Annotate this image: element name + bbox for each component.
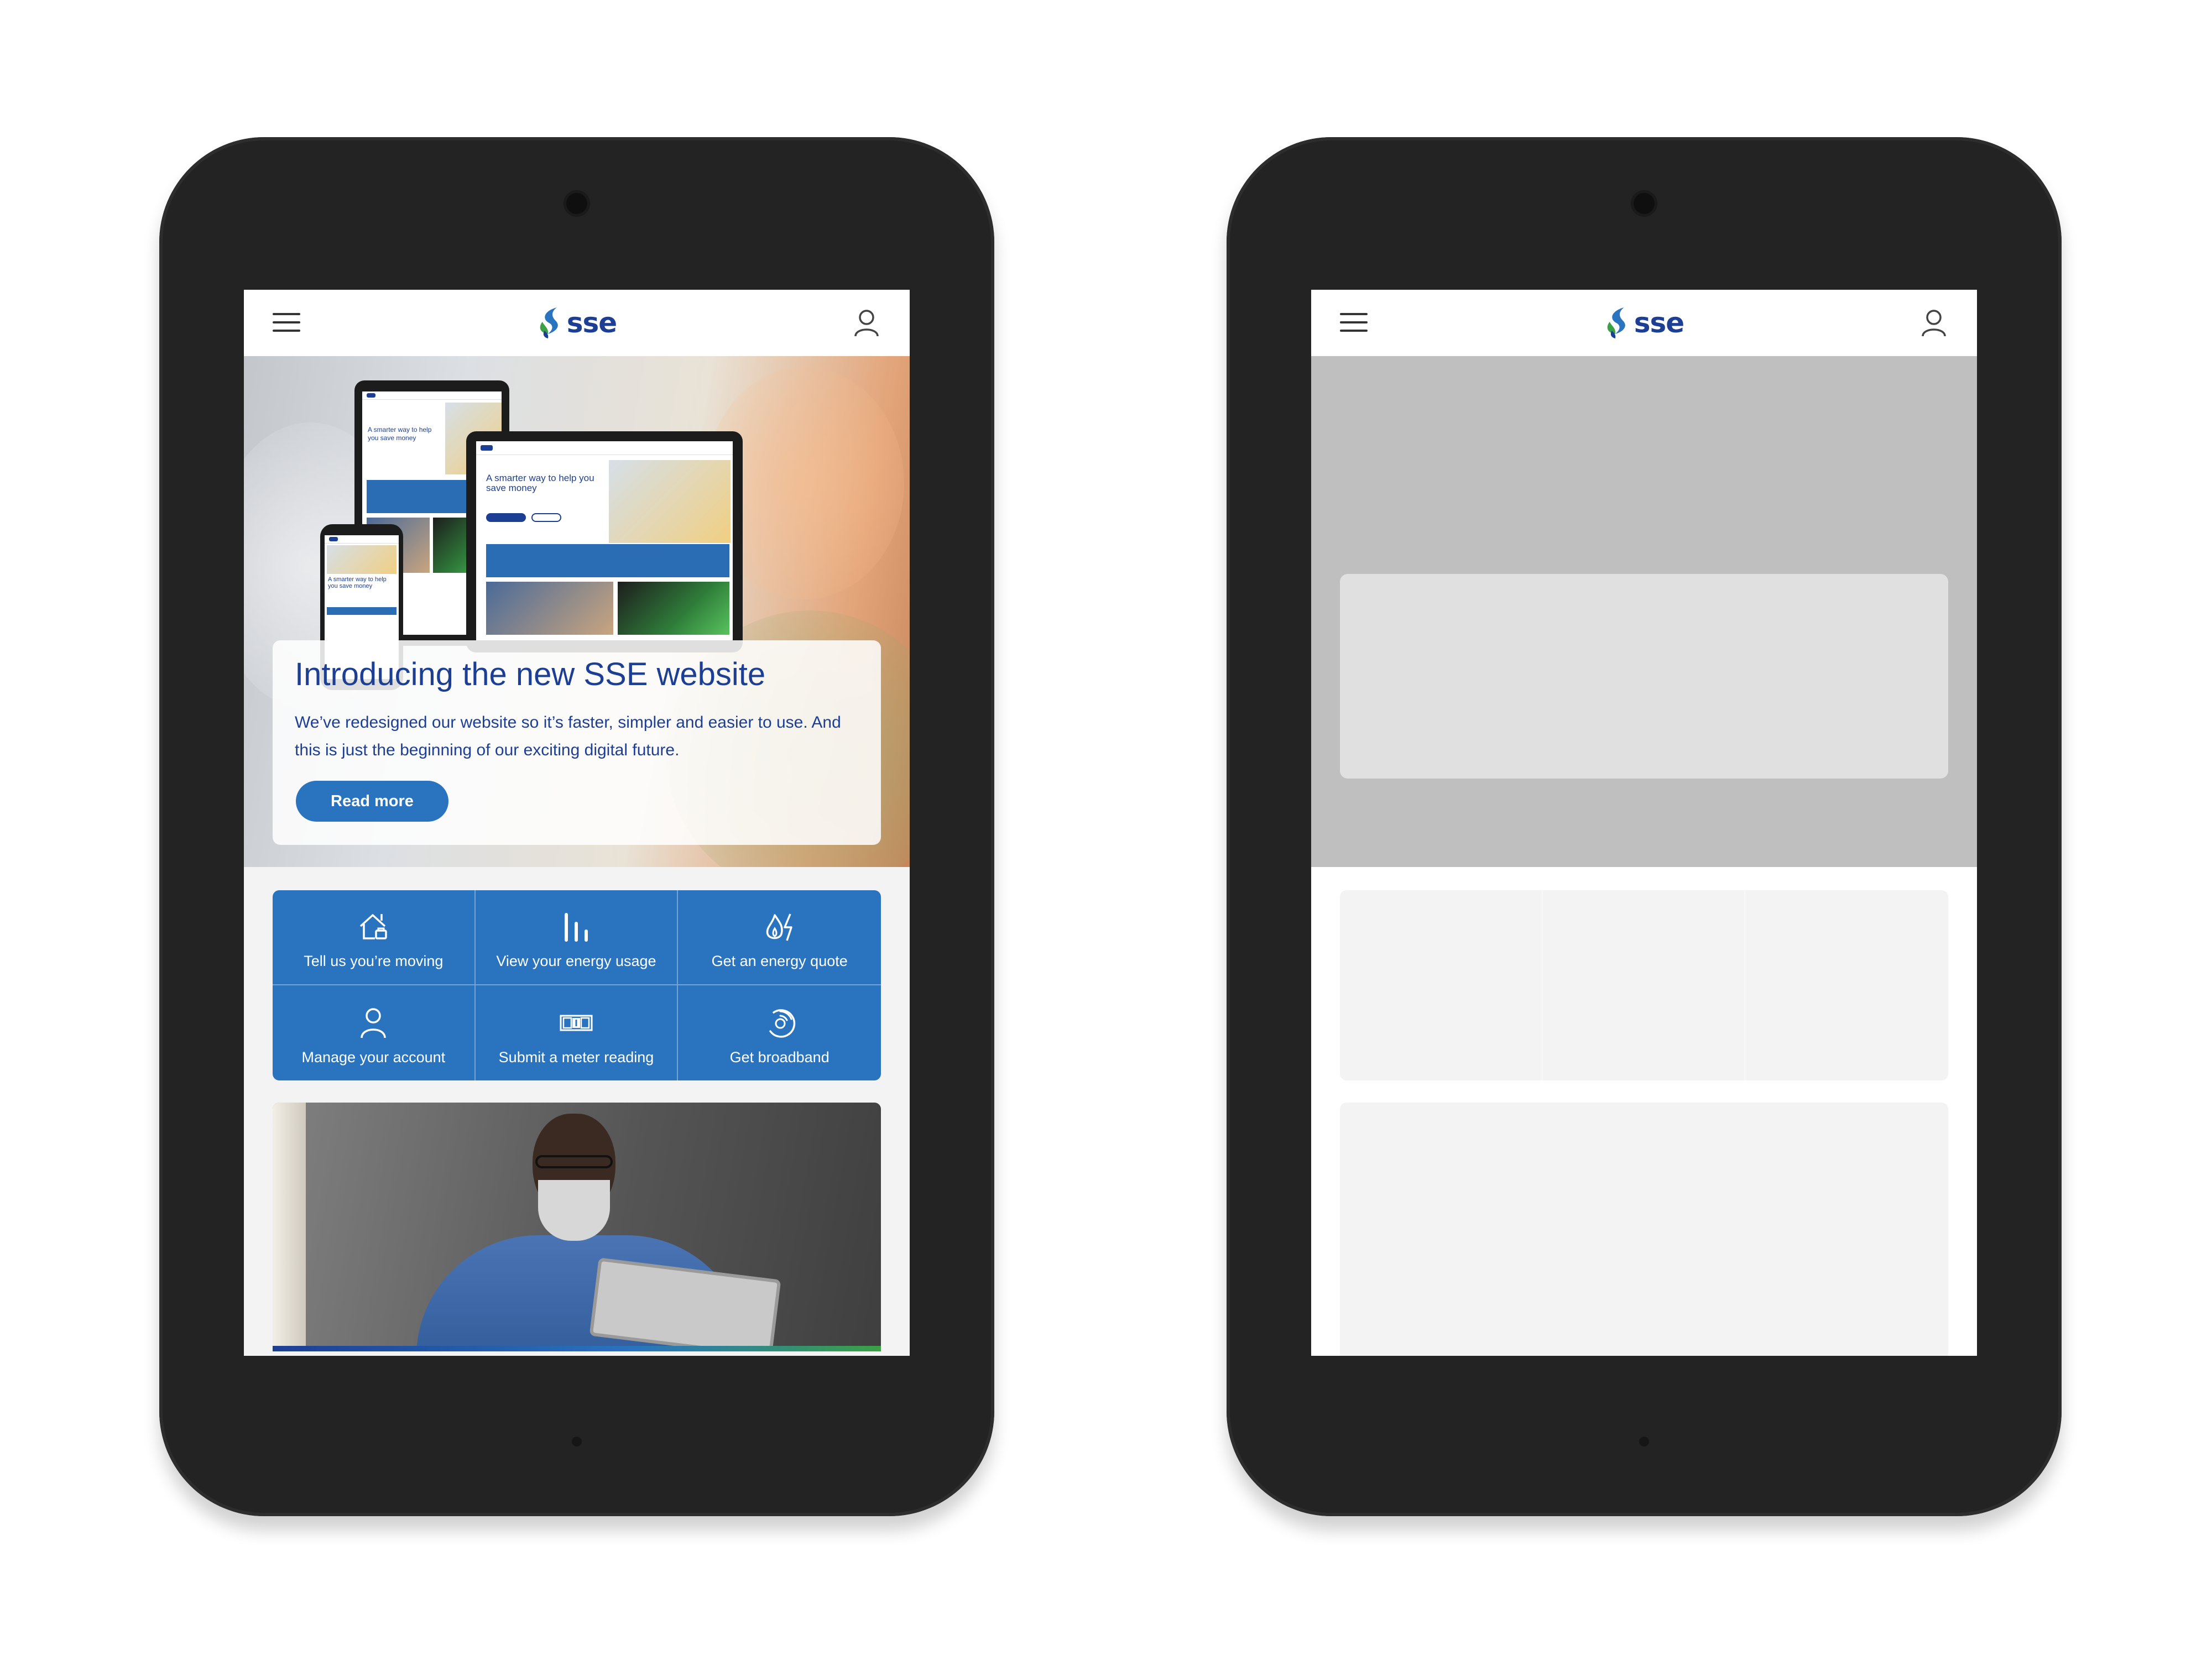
user-account-icon [361, 1008, 387, 1038]
screen-loaded: sse A smarter way to help you save money [244, 290, 910, 1356]
flame-bolt-icon [766, 913, 792, 941]
home-sensor [1639, 1437, 1649, 1447]
quick-link-broadband[interactable]: Get broadband [678, 985, 881, 1080]
hero-banner: A smarter way to help you save money A s… [244, 356, 910, 867]
quick-link-label: Submit a meter reading [498, 1049, 654, 1066]
quick-link-label: View your energy usage [496, 953, 656, 969]
quick-link-energy-quote[interactable]: Get an energy quote [678, 890, 881, 985]
house-move-icon [360, 914, 388, 939]
quick-link-energy-usage[interactable]: View your energy usage [475, 890, 679, 985]
site-header: sse [1311, 290, 1977, 357]
logo-text: sse [566, 307, 617, 339]
tablet-loaded: sse A smarter way to help you save money [159, 137, 994, 1516]
bar-chart-icon [564, 913, 588, 942]
site-header: sse [244, 290, 910, 357]
mockup-tablet-front: A smarter way to help you save money [466, 431, 743, 652]
mockup-headline-back: A smarter way to help you save money [368, 426, 432, 442]
user-account-icon[interactable] [851, 307, 882, 338]
sse-leaf-icon [540, 307, 558, 338]
read-more-button[interactable]: Read more [296, 781, 448, 822]
skeleton-hero-card [1340, 574, 1948, 779]
front-camera [1631, 190, 1657, 217]
quick-link-label: Get an energy quote [711, 953, 848, 969]
screen-skeleton: sse [1311, 290, 1977, 1356]
sse-logo[interactable]: sse [1604, 304, 1684, 342]
broadband-router-icon [769, 1009, 795, 1038]
skeleton-photo-card [1340, 1103, 1948, 1356]
quick-link-manage-account[interactable]: Manage your account [273, 985, 476, 1080]
quick-link-moving[interactable]: Tell us you’re moving [273, 890, 476, 985]
tablet-skeleton: sse [1227, 137, 2062, 1516]
mockup-headline-front: A smarter way to help you save money [486, 473, 594, 493]
hero-description: We’ve redesigned our website so it’s fas… [295, 713, 841, 759]
hero-card: Introducing the new SSE website We’ve re… [273, 640, 881, 845]
hamburger-menu-icon[interactable] [273, 313, 300, 333]
hamburger-menu-icon[interactable] [1340, 313, 1368, 333]
mockup-headline-phone: A smarter way to help you save money [328, 576, 387, 589]
quick-link-label: Tell us you’re moving [304, 953, 444, 969]
user-account-icon[interactable] [1918, 307, 1949, 338]
quick-links-grid: Tell us you’re moving View your energy u… [273, 890, 881, 1080]
logo-text: sse [1634, 307, 1684, 339]
quick-link-label: Manage your account [301, 1049, 446, 1066]
home-sensor [572, 1437, 582, 1447]
meter-counter-icon [560, 1015, 593, 1031]
front-camera [564, 190, 590, 217]
skeleton-quick-links [1340, 890, 1948, 1080]
hero-title: Introducing the new SSE website [295, 656, 766, 692]
quick-link-label: Get broadband [729, 1049, 830, 1066]
sse-logo[interactable]: sse [537, 304, 617, 342]
featured-photo-card[interactable] [273, 1103, 881, 1351]
quick-link-meter-reading[interactable]: Submit a meter reading [476, 985, 679, 1080]
sse-leaf-icon [1607, 307, 1625, 338]
